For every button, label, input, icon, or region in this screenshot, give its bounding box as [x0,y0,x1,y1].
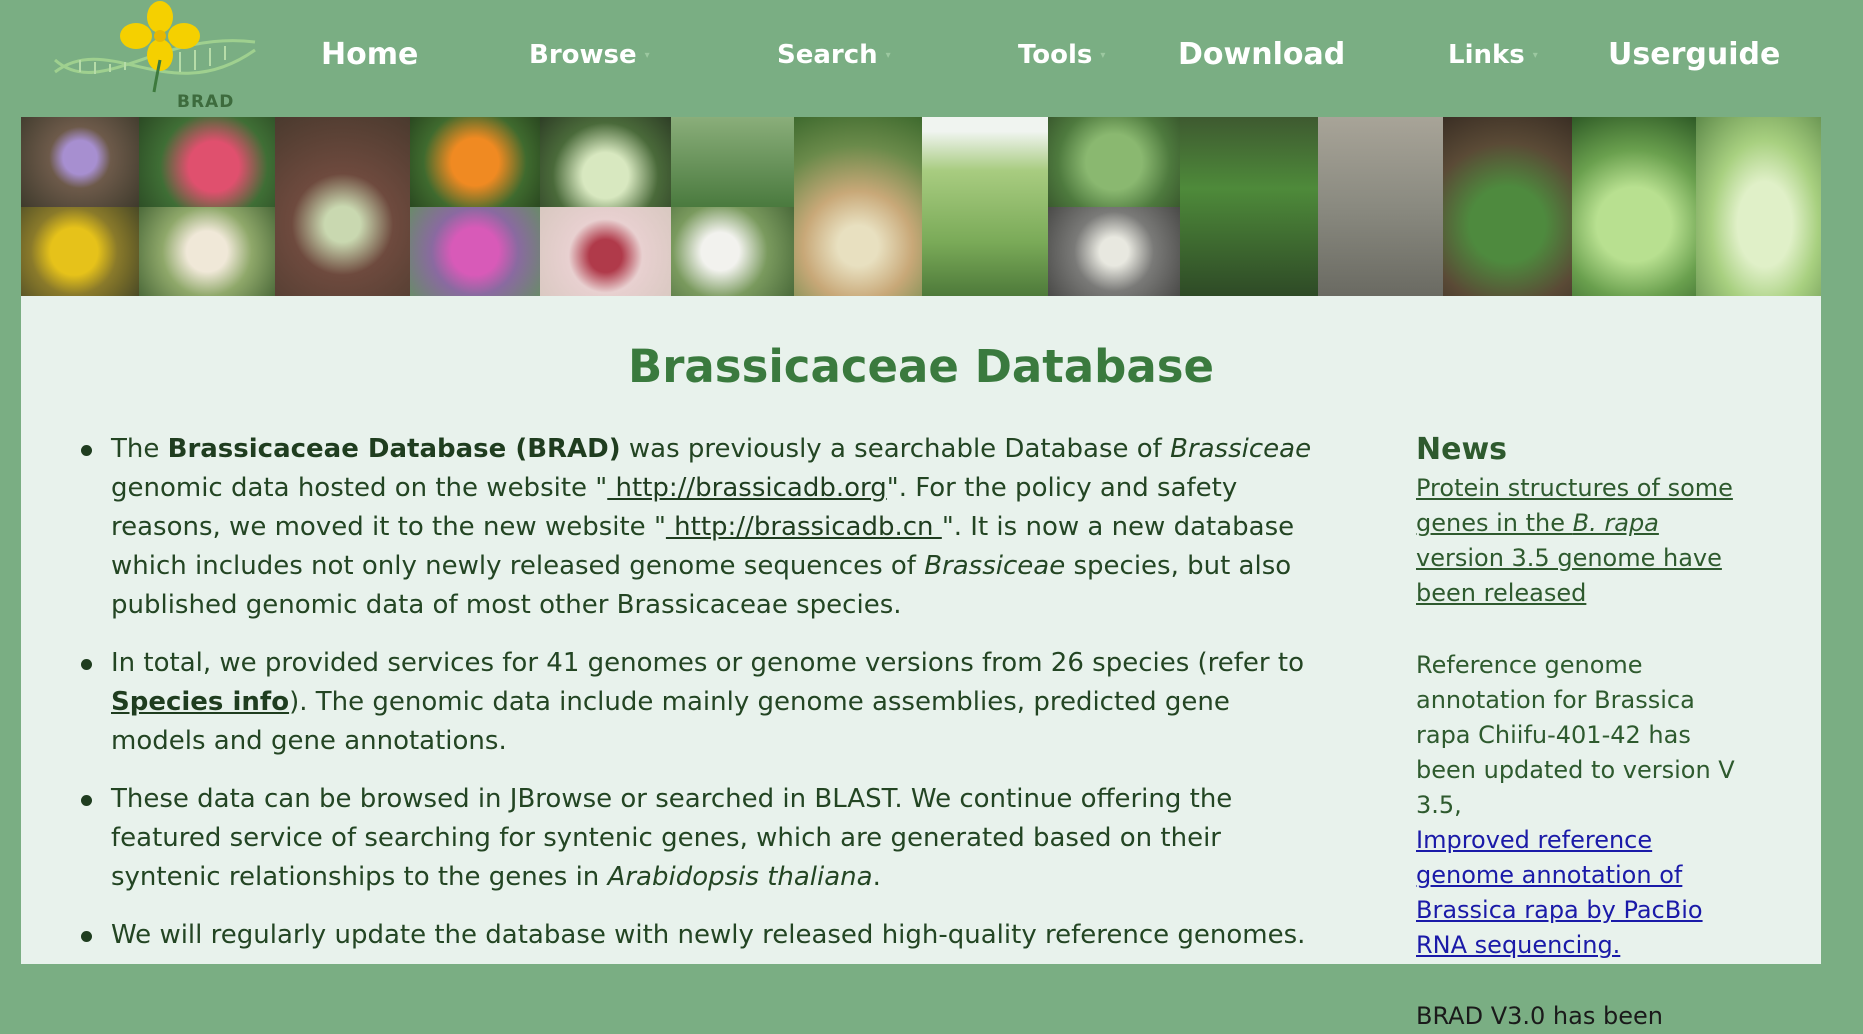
chevron-down-icon: ▾ [1100,50,1106,61]
nav-download-label: Download [1178,37,1346,72]
header: BRAD Home Browse ▾ Search ▾ Tools ▾ Downloa… [0,0,1863,117]
text: The [111,434,168,464]
list-item: We will regularly update the database wi… [81,916,1331,955]
plant-photo [275,117,410,296]
plant-photo [139,117,275,296]
text: Brassiceae [1170,434,1312,464]
nav-browse-label: Browse [529,40,637,70]
species-info-link[interactable]: Species info [111,687,289,717]
list-item: These data can be browsed in JBrowse or … [81,780,1331,897]
intro-list: The Brassicaceae Database (BRAD) was pre… [81,430,1331,974]
text: was previously a searchable Database of [620,434,1171,464]
nav-home[interactable]: Home [321,37,418,72]
text: B. rapa [1572,509,1659,537]
brassicadb-org-link[interactable]: http://brassicadb.org [607,473,887,503]
plant-photo [410,117,540,296]
plant-photo [922,117,1048,296]
nav-home-label: Home [321,37,419,72]
news-panel: News Protein structures of some genes in… [1416,432,1736,1034]
text: . [872,862,881,892]
plant-photo [1048,117,1180,296]
news-annotation-link[interactable]: Improved reference genome annotation of … [1416,823,1736,963]
news-protein-structures-link[interactable]: Protein structures of some genes in the … [1416,471,1736,611]
content-panel: Brassicaceae Database The Brassicaceae D… [21,296,1821,1030]
chevron-down-icon: ▾ [1532,50,1538,61]
list-item: The Brassicaceae Database (BRAD) was pre… [81,430,1331,625]
news-v3-text: BRAD V3.0 has been [1416,1002,1663,1030]
news-title: News [1416,432,1508,467]
page-title: Brassicaceae Database [627,340,1215,393]
text: genomic data hosted on the website " [111,473,608,503]
plant-photo [540,117,671,296]
plant-photo [1572,117,1696,296]
plant-photo [671,117,794,296]
nav-userguide-label: Userguide [1608,37,1781,72]
logo-text: BRAD [177,92,235,112]
plant-photo [1443,117,1572,296]
nav-tools[interactable]: Tools ▾ [1018,40,1105,70]
chevron-down-icon: ▾ [885,50,891,61]
nav-search-label: Search [777,40,878,70]
text: We will regularly update the database wi… [111,920,1306,950]
news-annotation-text: Reference genome annotation for Brassica… [1416,651,1735,819]
list-item: In total, we provided services for 41 ge… [81,644,1331,761]
brad-logo[interactable]: BRAD [50,0,260,112]
plant-photo [1696,117,1821,296]
brassicadb-cn-link[interactable]: http://brassicadb.cn [666,512,942,542]
nav-browse[interactable]: Browse ▾ [529,40,650,70]
nav-userguide[interactable]: Userguide [1608,37,1780,72]
text: Brassiceae [924,551,1066,581]
nav-tools-label: Tools [1018,40,1093,70]
plant-photo [1180,117,1318,296]
plant-photo [1318,117,1443,296]
text: version 3.5 genome have been released [1416,544,1722,607]
brad-name: Brassicaceae Database (BRAD) [167,434,621,464]
plant-photo-banner [21,117,1821,296]
nav-search[interactable]: Search ▾ [777,40,891,70]
text: Arabidopsis thaliana [607,862,873,892]
nav-download[interactable]: Download [1178,37,1345,72]
plant-photo [21,117,139,296]
plant-photo [794,117,922,296]
nav-links-label: Links [1448,40,1525,70]
text: In total, we provided services for 41 ge… [111,648,1304,678]
nav-links[interactable]: Links ▾ [1448,40,1538,70]
chevron-down-icon: ▾ [644,50,650,61]
